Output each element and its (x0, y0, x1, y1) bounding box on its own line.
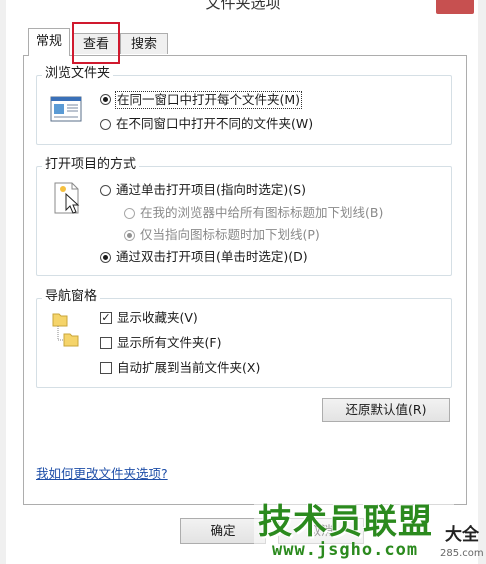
tab-general[interactable]: 常规 (28, 28, 70, 56)
close-button[interactable] (436, 0, 474, 14)
tab-search[interactable]: 搜索 (120, 33, 168, 54)
window-frame-right (478, 0, 486, 564)
window-frame-left (0, 0, 6, 564)
checkbox-show-all-folders[interactable] (100, 337, 112, 349)
folder-tree-icon (50, 310, 80, 354)
radio-single-click[interactable] (100, 185, 111, 196)
label-double-click[interactable]: 通过双击打开项目(单击时选定)(D) (116, 249, 308, 265)
group-click-items-legend: 打开项目的方式 (42, 157, 140, 173)
radio-underline-always[interactable] (124, 208, 135, 219)
radio-double-click[interactable] (100, 252, 111, 263)
label-show-favorites[interactable]: 显示收藏夹(V) (117, 310, 198, 326)
label-new-window[interactable]: 在不同窗口中打开不同的文件夹(W) (116, 116, 313, 132)
group-browse-folders-legend: 浏览文件夹 (42, 66, 114, 82)
checkbox-auto-expand[interactable] (100, 362, 112, 374)
tab-view-highlight-box (72, 22, 120, 64)
radio-new-window[interactable] (100, 119, 111, 130)
help-link[interactable]: 我如何更改文件夹选项? (36, 463, 168, 482)
checkbox-show-favorites[interactable]: ✓ (100, 312, 112, 324)
radio-same-window[interactable] (100, 94, 111, 105)
label-auto-expand[interactable]: 自动扩展到当前文件夹(X) (117, 360, 260, 376)
label-underline-always[interactable]: 在我的浏览器中给所有图标标题加下划线(B) (140, 205, 383, 221)
watermark-logo-text: 技术员联盟 (258, 502, 433, 542)
label-show-all-folders[interactable]: 显示所有文件夹(F) (117, 335, 221, 351)
watermark-side-text: 大全 (445, 525, 479, 545)
group-navigation-pane-legend: 导航窗格 (42, 289, 101, 305)
radio-underline-point[interactable] (124, 230, 135, 241)
label-underline-point[interactable]: 仅当指向图标标题时加下划线(P) (140, 227, 320, 243)
watermark-url: www.jsgho.com (272, 540, 419, 560)
watermark-side-url: 285.com (440, 548, 484, 559)
cursor-click-icon (52, 180, 82, 216)
restore-defaults-button[interactable]: 还原默认值(R) (322, 398, 450, 422)
folder-window-icon (50, 96, 82, 122)
window-title: 文件夹选项 (205, 0, 281, 12)
label-same-window[interactable]: 在同一窗口中打开每个文件夹(M) (115, 91, 303, 109)
label-single-click[interactable]: 通过单击打开项目(指向时选定)(S) (116, 182, 306, 198)
group-browse-folders (36, 75, 452, 145)
